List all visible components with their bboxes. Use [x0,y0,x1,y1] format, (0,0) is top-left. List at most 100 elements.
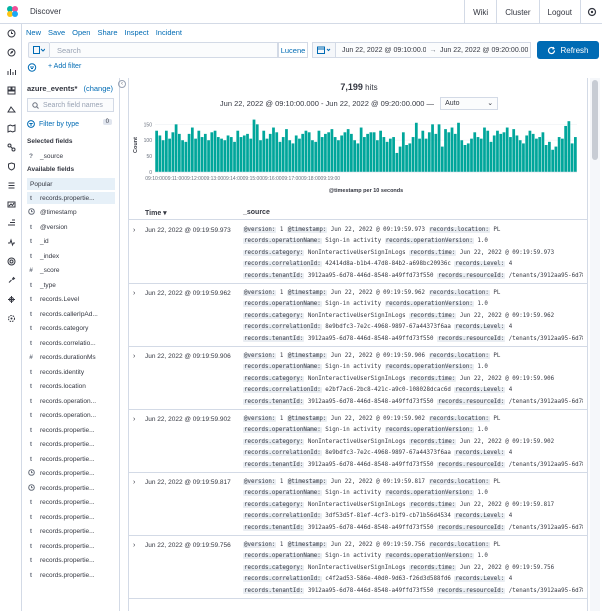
cluster-link[interactable]: Cluster [496,0,538,24]
histogram-bar[interactable] [255,124,259,172]
histogram-bar[interactable] [567,121,571,172]
histogram-bar[interactable] [171,132,175,172]
stack-monitoring-icon[interactable] [0,290,22,309]
uptime-icon[interactable] [0,233,22,252]
histogram-bar[interactable] [522,143,525,172]
field-item[interactable]: t records.propertie... [27,526,115,538]
field-item[interactable]: @timestamp [27,207,115,219]
histogram-bar[interactable] [168,138,171,172]
histogram-bar[interactable] [424,138,428,172]
histogram-bar[interactable] [272,127,275,172]
expand-row-icon[interactable]: › [133,227,135,234]
histogram-bar[interactable] [535,138,538,172]
table-row[interactable]: › Jun 22, 2022 @ 09:19:59.902 @version: 1 … [129,410,587,473]
histogram-bar[interactable] [544,145,548,172]
histogram-bar[interactable] [311,140,314,172]
histogram-bar[interactable] [181,140,184,172]
histogram-bar[interactable] [418,138,421,172]
histogram-bar[interactable] [317,130,321,172]
table-row[interactable]: › Jun 22, 2022 @ 09:19:59.962 @version: 1 … [129,284,587,347]
histogram-bar[interactable] [531,133,535,172]
histogram-bar[interactable] [379,130,382,172]
discover-icon[interactable] [0,43,22,62]
histogram-bar[interactable] [304,130,308,172]
histogram-bar[interactable] [509,137,512,172]
histogram-bar[interactable] [496,130,499,172]
field-item[interactable]: # records.durationMs [27,352,115,364]
dashboard-icon[interactable] [0,81,22,100]
histogram-bar[interactable] [411,137,415,172]
histogram-bar[interactable] [466,143,470,172]
histogram-bar[interactable] [408,143,412,172]
histogram-bar[interactable] [447,132,451,172]
histogram-bar[interactable] [327,132,331,172]
histogram-bar[interactable] [229,137,233,172]
metrics-icon[interactable] [0,195,22,214]
histogram-bar[interactable] [288,140,292,172]
menu-inspect[interactable]: Inspect [125,28,149,37]
field-item[interactable]: t records.location [27,381,115,393]
histogram-bar[interactable] [294,135,298,172]
histogram-bar[interactable] [398,146,402,172]
histogram-bar[interactable] [177,133,181,172]
histogram-bar[interactable] [492,135,496,172]
histogram-bar[interactable] [298,138,301,172]
histogram-bar[interactable] [210,132,214,172]
query-language-button[interactable]: Lucene [278,42,308,58]
saved-query-button[interactable] [28,42,50,58]
logs-icon[interactable] [0,176,22,195]
histogram-bar[interactable] [444,129,447,172]
histogram-bar[interactable] [414,122,418,172]
histogram-bar[interactable] [226,135,230,172]
histogram-bar[interactable] [301,133,305,172]
page-scrollbar[interactable] [590,78,600,611]
histogram-bar[interactable] [538,137,542,172]
date-range-picker[interactable]: Jun 22, 2022 @ 09:10:00.000 → Jun 22, 20… [336,42,531,58]
search-input[interactable]: Search [50,42,278,58]
histogram-bar[interactable] [401,132,405,172]
histogram-bar[interactable] [450,127,454,172]
histogram-bar[interactable] [291,143,295,172]
histogram-bar[interactable] [330,129,334,172]
date-quick-menu-button[interactable] [312,42,336,58]
table-row[interactable]: › Jun 22, 2022 @ 09:19:59.973 @version: 1 … [129,221,587,284]
histogram-bar[interactable] [307,132,311,172]
histogram-bar[interactable] [483,127,486,172]
expand-row-icon[interactable]: › [133,479,135,486]
field-item[interactable]: t _id [27,236,115,248]
histogram-bar[interactable] [216,137,220,172]
field-item[interactable]: t records.propertie... [27,439,115,451]
settings-icon[interactable] [580,0,602,24]
histogram-bar[interactable] [184,141,188,172]
histogram-bar[interactable] [434,133,438,172]
collapse-sidebar-button[interactable]: ‹ [118,80,126,88]
histogram-bar[interactable] [489,141,493,172]
security-icon[interactable] [0,157,22,176]
histogram-bar[interactable] [457,122,460,172]
field-item[interactable]: t records.callerIpAd... [27,308,115,320]
histogram-bar[interactable] [392,137,395,172]
histogram-bar[interactable] [499,133,503,172]
field-item[interactable]: # _score [27,265,115,277]
histogram-bar[interactable] [236,130,240,172]
histogram-bar[interactable] [421,130,425,172]
histogram-bar[interactable] [203,133,207,172]
histogram-bar[interactable] [486,130,490,172]
histogram-bar[interactable] [246,133,249,172]
menu-save[interactable]: Save [48,28,65,37]
histogram-bar[interactable] [405,145,408,172]
histogram-bar[interactable] [359,127,363,172]
menu-incident[interactable]: Incident [156,28,182,37]
histogram-bar[interactable] [155,130,158,172]
histogram-bar[interactable] [561,138,564,172]
start-date[interactable]: Jun 22, 2022 @ 09:10:00.000 [336,47,426,54]
table-row[interactable]: › Jun 22, 2022 @ 09:19:59.756 @version: 1 … [129,536,587,599]
histogram-bar[interactable] [460,140,464,172]
apm-icon[interactable] [0,214,22,233]
histogram-bar[interactable] [265,138,269,172]
histogram-bar[interactable] [548,141,551,172]
histogram-bar[interactable] [463,145,467,172]
management-icon[interactable] [0,309,22,328]
histogram-bar[interactable] [285,129,288,172]
histogram-bar[interactable] [512,129,516,172]
